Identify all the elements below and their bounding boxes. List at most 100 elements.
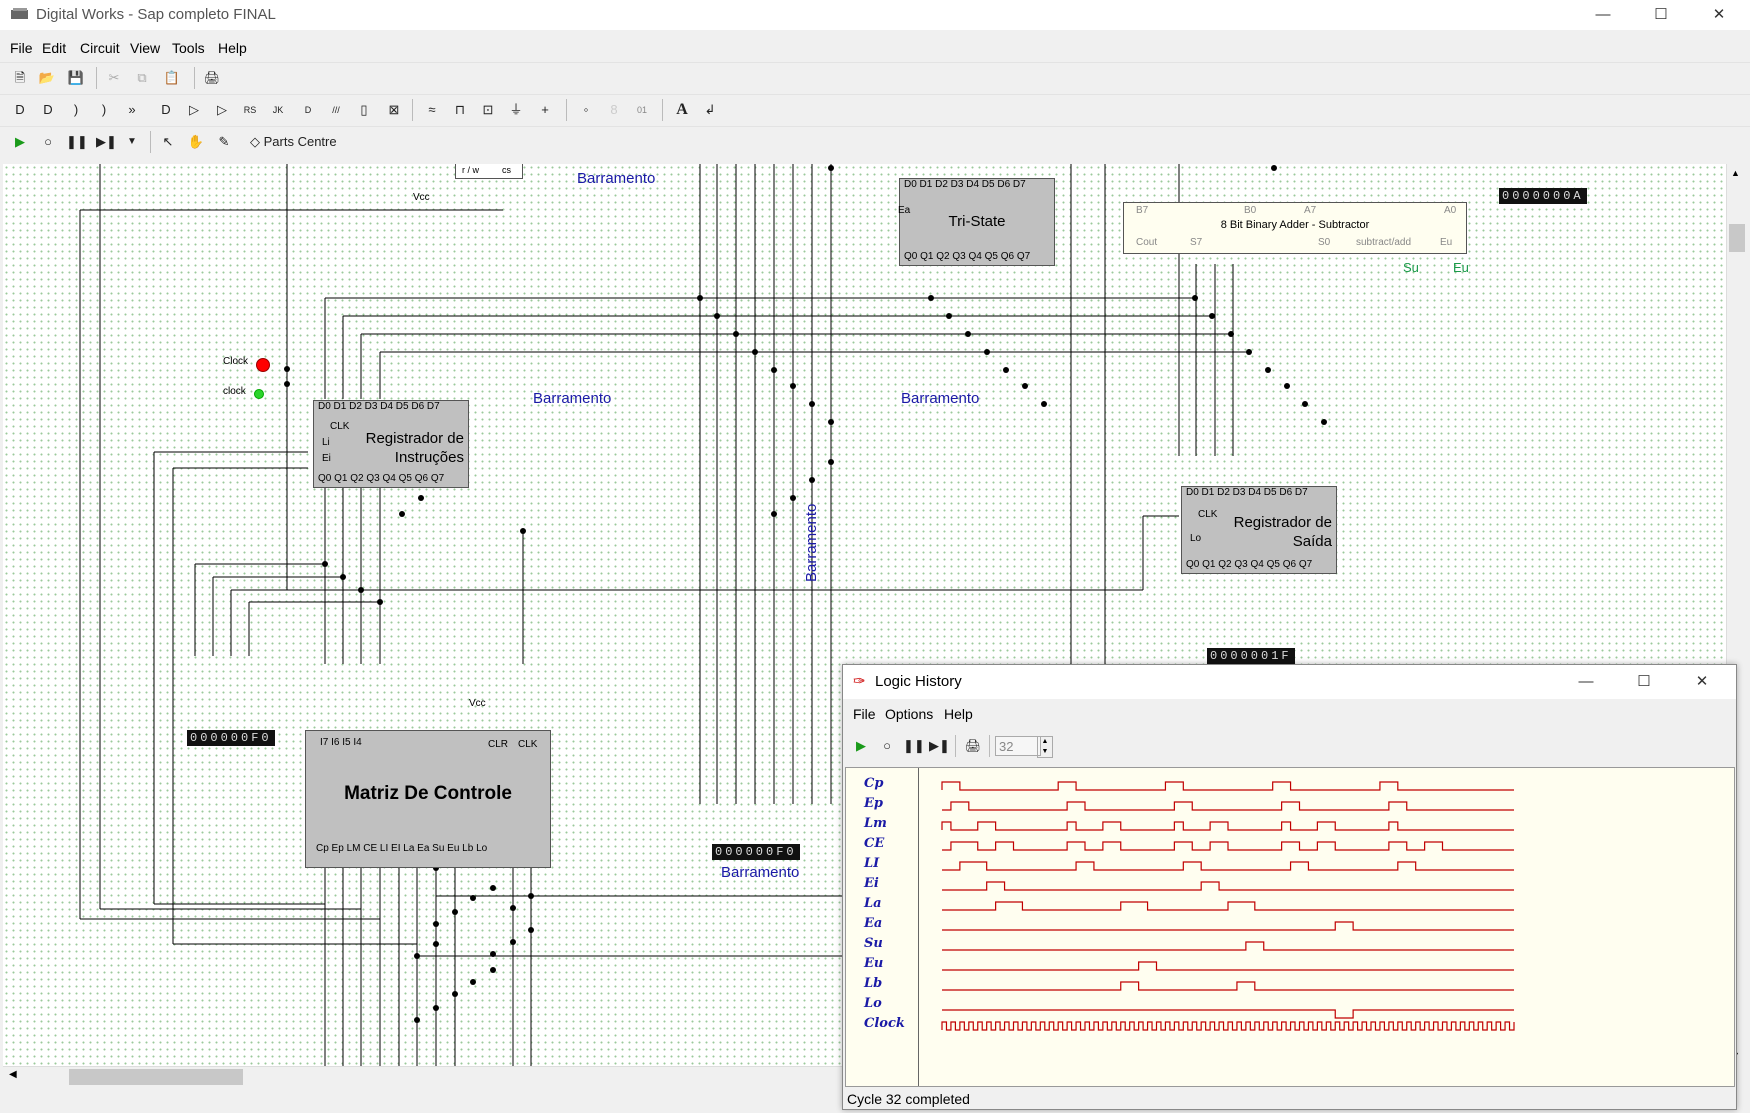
eu-probe-label: Eu [1453, 260, 1469, 275]
run-icon[interactable]: ▶ [10, 132, 30, 152]
scroll-up-icon[interactable]: ▲ [1731, 168, 1740, 178]
instruction-display: 000000F0 [187, 730, 275, 746]
lh-step-icon[interactable]: ▶❚ [929, 736, 950, 756]
menu-view[interactable]: View [130, 40, 160, 56]
clock-icon[interactable]: ⊓ [450, 100, 470, 120]
and-gate-icon[interactable]: D [10, 100, 30, 120]
memory-icon[interactable]: ▯ [354, 100, 374, 120]
pause-icon[interactable]: ❚❚ [66, 132, 88, 152]
copy-icon[interactable]: ⧉ [132, 68, 152, 88]
tristate-icon[interactable]: ▷ [212, 100, 232, 120]
inverter-icon[interactable]: ▷ [184, 100, 204, 120]
cs-label: cs [502, 165, 511, 175]
binary-display-icon[interactable]: 01 [632, 100, 652, 120]
bus-label: Barramento [721, 864, 800, 881]
tristate-name: Tri-State [948, 213, 1006, 230]
logic-history-trace-area: Cp Ep Lm CE LI Ei La Ea Su Eu Lb Lo Cloc… [845, 767, 1735, 1087]
lh-run-icon[interactable]: ▶ [851, 736, 871, 756]
rs-flipflop-icon[interactable]: RS [240, 100, 260, 120]
lh-minimize-icon[interactable]: — [1557, 667, 1615, 697]
waveform-trace [942, 981, 1514, 991]
box-icon[interactable]: ⊠ [384, 100, 404, 120]
pen-icon[interactable]: ✎ [214, 132, 234, 152]
switch-icon[interactable]: ⊡ [478, 100, 498, 120]
or-name: Registrador de Saída [1218, 513, 1332, 551]
ground-icon[interactable]: ⏚ [506, 100, 526, 120]
seven-segment-icon[interactable]: 8 [604, 100, 624, 120]
step-icon[interactable]: ▶❚ [96, 132, 117, 152]
waveform-trace [942, 941, 1514, 951]
horizontal-scroll-thumb[interactable] [69, 1069, 243, 1085]
menu-edit[interactable]: Edit [42, 40, 66, 56]
lh-menu-file[interactable]: File [853, 706, 876, 722]
waveform-trace [942, 1009, 1514, 1019]
lh-maximize-icon[interactable]: ☐ [1615, 667, 1673, 697]
wire-icon[interactable]: ≈ [422, 100, 442, 120]
cut-icon[interactable]: ✂ [104, 68, 124, 88]
nor-gate-icon[interactable]: ) [94, 100, 114, 120]
lh-menu-options[interactable]: Options [885, 706, 933, 722]
signal-label: CE [864, 836, 885, 851]
tristate-chip[interactable]: D0 D1 D2 D3 D4 D5 D6 D7 Ea Tri-State Q0 … [898, 178, 1055, 266]
diamond-icon: ◇ [250, 134, 260, 149]
plus-icon[interactable]: + [535, 100, 555, 120]
register-icon[interactable]: /// [326, 100, 346, 120]
waveform-trace [942, 921, 1514, 931]
parts-centre-label: Parts Centre [263, 134, 337, 149]
scroll-left-icon[interactable]: ◀ [9, 1069, 17, 1080]
control-vcc-label: Vcc [469, 698, 486, 709]
open-folder-icon[interactable]: 📂 [37, 68, 57, 88]
lh-menu-help[interactable]: Help [944, 706, 973, 722]
nand-gate-icon[interactable]: D [38, 100, 58, 120]
pointer-icon[interactable]: ↖ [158, 132, 178, 152]
clock2-label: clock [223, 386, 246, 397]
adder-subtractor-chip[interactable]: B7 B0 A7 A0 8 Bit Binary Adder - Subtrac… [1123, 202, 1467, 254]
instruction-register-chip[interactable]: D0 D1 D2 D3 D4 D5 D6 D7 CLK Li Ei Regist… [313, 400, 469, 488]
lh-print-icon[interactable]: 🖨 [963, 736, 983, 756]
signal-label: Ep [864, 796, 883, 811]
lh-stop-icon[interactable]: ○ [877, 736, 897, 756]
close-icon[interactable]: ✕ [1690, 0, 1748, 30]
parts-centre-button[interactable]: ◇ Parts Centre [250, 132, 360, 152]
step-dropdown-icon[interactable]: ▼ [122, 132, 142, 152]
logic-history-window[interactable]: ✑ Logic History — ☐ ✕ File Options Help … [842, 664, 1737, 1110]
new-file-icon[interactable]: 🗎 [10, 68, 30, 88]
menu-circuit[interactable]: Circuit [80, 40, 120, 56]
cycles-spinner[interactable]: ▲ ▼ [1037, 736, 1053, 758]
d-flipflop-icon[interactable]: D [298, 100, 318, 120]
hand-icon[interactable]: ✋ [186, 132, 206, 152]
text-icon[interactable]: A [672, 100, 692, 120]
vertical-scroll-thumb[interactable] [1729, 224, 1745, 252]
buffer-icon[interactable]: D [156, 100, 176, 120]
jk-flipflop-icon[interactable]: JK [268, 100, 288, 120]
output-register-chip[interactable]: D0 D1 D2 D3 D4 D5 D6 D7 CLK Lo Registrad… [1181, 486, 1337, 574]
xor-gate-icon[interactable]: » [122, 100, 142, 120]
paste-icon[interactable]: 📋 [162, 68, 182, 88]
tristate-q-pins: Q0 Q1 Q2 Q3 Q4 Q5 Q6 Q7 [904, 251, 1031, 262]
clock-led[interactable] [256, 358, 270, 372]
led-icon[interactable]: ◦ [576, 100, 596, 120]
clock2-led[interactable] [254, 389, 264, 399]
print-icon[interactable]: 🖨 [202, 68, 222, 88]
menu-file[interactable]: File [10, 40, 33, 56]
adder-b7: B7 [1136, 205, 1149, 216]
vcc-label: Vcc [413, 192, 430, 203]
signal-label: Cp [864, 776, 884, 791]
stop-icon[interactable]: ○ [38, 132, 58, 152]
cycles-input[interactable] [995, 736, 1041, 756]
waveform-trace [942, 961, 1514, 971]
connector-icon[interactable]: ↲ [700, 100, 720, 120]
lh-pause-icon[interactable]: ❚❚ [903, 736, 925, 756]
menu-tools[interactable]: Tools [172, 40, 205, 56]
or-gate-icon[interactable]: ) [66, 100, 86, 120]
adder-s7: S7 [1190, 237, 1203, 248]
pen-icon: ✑ [853, 673, 866, 690]
waveform-trace [942, 841, 1514, 851]
save-icon[interactable]: 💾 [66, 68, 86, 88]
lh-close-icon[interactable]: ✕ [1673, 667, 1731, 697]
maximize-icon[interactable]: ☐ [1632, 0, 1690, 30]
menu-help[interactable]: Help [218, 40, 247, 56]
or-name-line2: Saída [1292, 533, 1332, 550]
control-matrix-chip[interactable]: I7 I6 I5 I4 CLR CLK Matriz De Controle C… [305, 730, 551, 868]
minimize-icon[interactable]: — [1574, 0, 1632, 30]
